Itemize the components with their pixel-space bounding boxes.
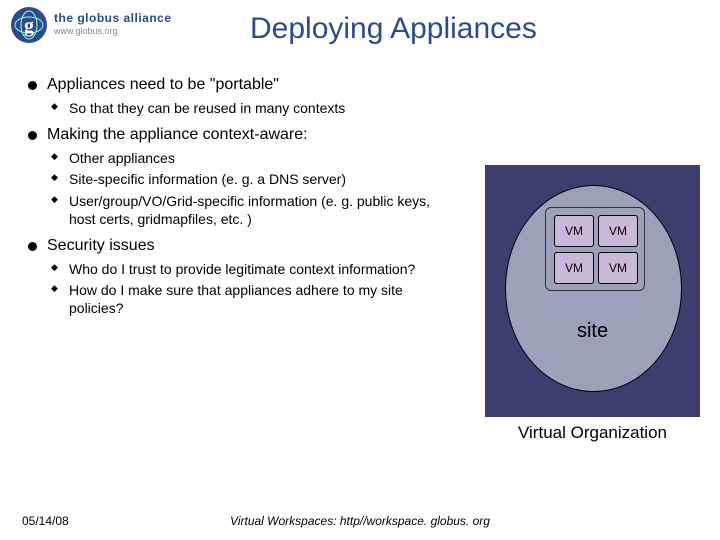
diagram: VM VM VM VM site Virtual Organization	[485, 165, 700, 445]
site-label: site	[485, 320, 700, 343]
bullet-3-text: Security issues	[47, 237, 155, 254]
bullet-3-sub-2: How do I make sure that appliances adher…	[47, 281, 455, 317]
bullet-1: Appliances need to be "portable" So that…	[25, 75, 455, 117]
bullet-3: Security issues Who do I trust to provid…	[25, 236, 455, 318]
vm-box-2: VM	[598, 215, 638, 247]
logo-brand-top: the globus alliance	[54, 11, 172, 25]
slide-body: Appliances need to be "portable" So that…	[25, 75, 455, 326]
globus-logo-icon: g	[10, 6, 48, 44]
logo: g the globus alliance www.globus.org	[10, 6, 240, 44]
vm-box-3: VM	[554, 252, 594, 284]
bullet-2-sub-2: Site-specific information (e. g. a DNS s…	[47, 170, 455, 188]
footer-center: Virtual Workspaces: http//workspace. glo…	[0, 514, 720, 528]
bullet-2-sub-3: User/group/VO/Grid-specific information …	[47, 192, 455, 228]
bullet-2-sub-1: Other appliances	[47, 149, 455, 167]
slide-title: Deploying Appliances	[250, 12, 700, 46]
bullet-2: Making the appliance context-aware: Othe…	[25, 125, 455, 228]
bullet-1-sub-1: So that they can be reused in many conte…	[47, 99, 455, 117]
bullet-1-text: Appliances need to be "portable"	[47, 76, 279, 93]
vm-box-1: VM	[554, 215, 594, 247]
logo-brand-bottom: www.globus.org	[54, 26, 118, 36]
vm-box-4: VM	[598, 252, 638, 284]
svg-text:g: g	[24, 15, 34, 37]
vo-label: Virtual Organization	[485, 423, 700, 443]
vm-group: VM VM VM VM	[545, 207, 645, 291]
bullet-2-text: Making the appliance context-aware:	[47, 126, 308, 143]
bullet-3-sub-1: Who do I trust to provide legitimate con…	[47, 260, 455, 278]
